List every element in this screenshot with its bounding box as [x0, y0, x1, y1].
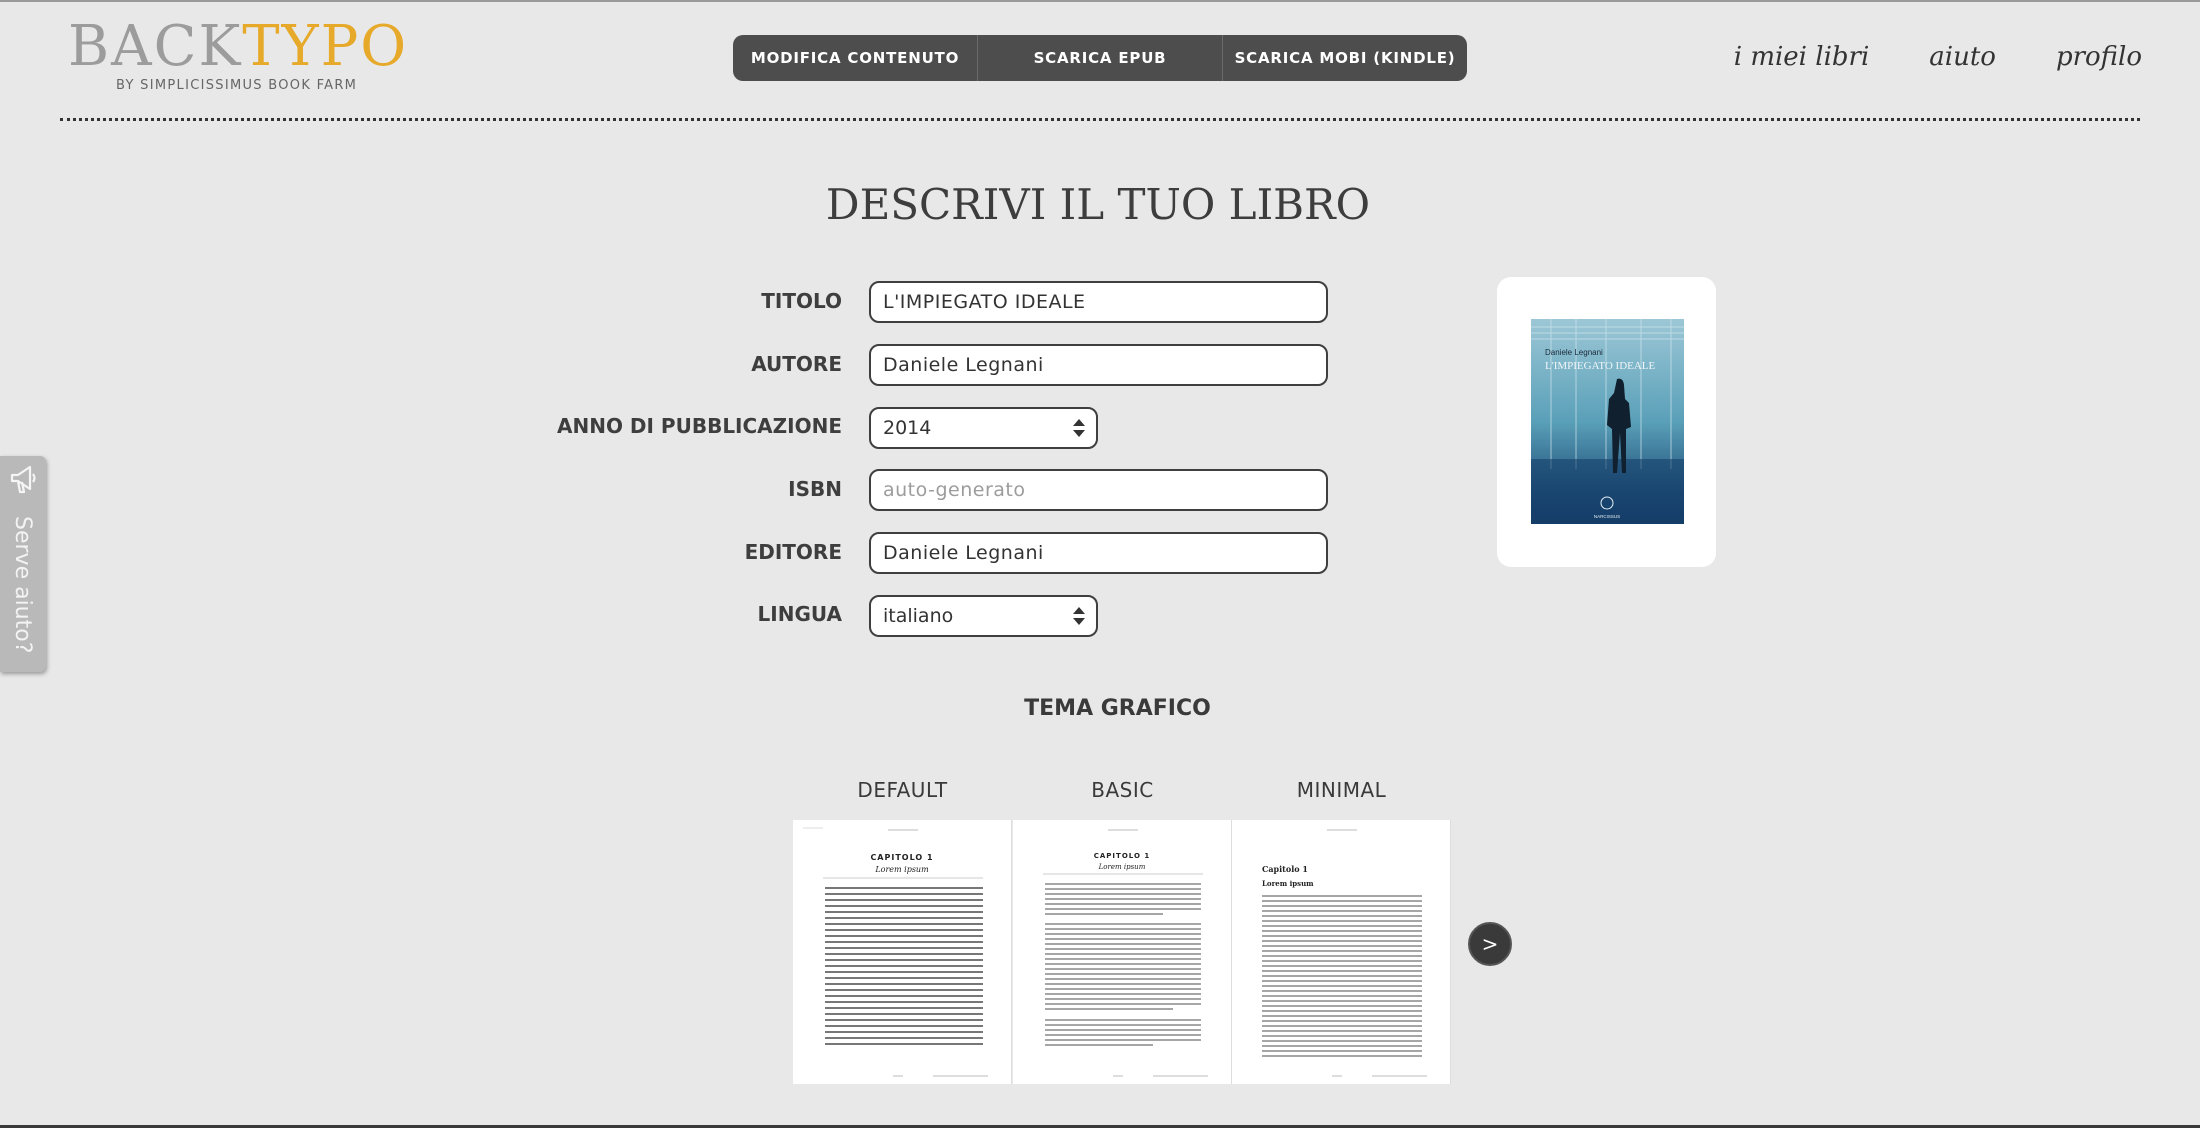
logo-typo: TYPO	[242, 14, 409, 79]
window-frame-top	[0, 0, 2200, 2]
help-tab-label: Serve aiuto?	[10, 516, 35, 654]
download-mobi-button[interactable]: SCARICA MOBI (KINDLE)	[1222, 35, 1467, 81]
edit-content-button[interactable]: MODIFICA CONTENUTO	[733, 35, 977, 81]
page-title-text: DESCRIVI IL TUO LIBRO	[825, 180, 1371, 229]
theme-name-minimal: MINIMAL	[1296, 778, 1387, 802]
theme-default-subtitle: Lorem ipsum	[874, 865, 929, 874]
publisher-field[interactable]	[869, 532, 1328, 574]
year-select-input[interactable]: 2014	[871, 409, 1096, 447]
cover-publisher-text: NARCISSUS	[1594, 514, 1620, 519]
theme-heading: TEMA GRAFICO	[0, 696, 2200, 721]
megaphone-icon	[10, 465, 36, 494]
action-toolbar: MODIFICA CONTENUTO SCARICA EPUB SCARICA …	[733, 35, 1467, 81]
theme-preview-minimal: Capitolo 1 Lorem ipsum	[1262, 829, 1427, 1077]
cover-card[interactable]: Daniele Legnani L'IMPIEGATO IDEALE NARCI…	[1497, 277, 1716, 567]
help-tab[interactable]: Serve aiuto?	[0, 456, 46, 672]
theme-preview-basic: CAPITOLO 1 Lorem ipsum	[1043, 829, 1208, 1077]
logo-back: BACK	[68, 14, 243, 79]
header-divider	[60, 118, 2140, 121]
year-label: ANNO DI PUBBLICAZIONE	[557, 414, 842, 438]
title-label: TITOLO	[761, 289, 842, 313]
language-select[interactable]: italiano	[869, 595, 1098, 637]
nav-help[interactable]: aiuto	[1929, 42, 1996, 72]
theme-minimal-subtitle: Lorem ipsum	[1262, 879, 1314, 888]
cover-title-text: L'IMPIEGATO IDEALE	[1545, 360, 1656, 372]
download-epub-button[interactable]: SCARICA EPUB	[977, 35, 1222, 81]
top-nav: i miei libri aiuto profilo	[1734, 42, 2142, 72]
logo-subtitle: BY SIMPLICISSIMUS BOOK FARM	[116, 78, 358, 93]
isbn-field[interactable]	[869, 469, 1328, 511]
cover-author-text: Daniele Legnani	[1545, 348, 1603, 357]
themes-next-button[interactable]: >	[1468, 922, 1512, 966]
theme-heading-text: TEMA GRAFICO	[1024, 696, 1211, 721]
publisher-label: EDITORE	[744, 540, 842, 564]
title-field[interactable]	[869, 281, 1328, 323]
author-label: AUTORE	[751, 352, 842, 376]
theme-basic-chapter: CAPITOLO 1	[1094, 852, 1150, 860]
theme-name-basic: BASIC	[1091, 778, 1154, 802]
language-select-input[interactable]: italiano	[871, 597, 1096, 635]
nav-my-books[interactable]: i miei libri	[1734, 42, 1870, 72]
backtypo-logo[interactable]: BACKTYPO BY SIMPLICISSIMUS BOOK FARM	[68, 18, 406, 100]
theme-thumb-default[interactable]: CAPITOLO 1 Lorem ipsum	[793, 820, 1012, 1084]
theme-name-default: DEFAULT	[857, 778, 948, 802]
book-cover-image: Daniele Legnani L'IMPIEGATO IDEALE NARCI…	[1531, 319, 1684, 524]
page-title: DESCRIVI IL TUO LIBRO	[0, 180, 2200, 229]
theme-basic-subtitle: Lorem ipsum	[1098, 863, 1146, 871]
author-field[interactable]	[869, 344, 1328, 386]
theme-preview-default: CAPITOLO 1 Lorem ipsum	[803, 827, 988, 1077]
theme-default-chapter: CAPITOLO 1	[870, 853, 933, 862]
theme-thumb-minimal[interactable]: Capitolo 1 Lorem ipsum	[1232, 820, 1451, 1084]
theme-thumb-basic[interactable]: CAPITOLO 1 Lorem ipsum	[1013, 820, 1232, 1084]
theme-minimal-chapter: Capitolo 1	[1262, 864, 1308, 874]
isbn-label: ISBN	[788, 477, 842, 501]
nav-profile[interactable]: profilo	[2056, 42, 2142, 72]
language-label: LINGUA	[757, 602, 842, 626]
year-select[interactable]: 2014	[869, 407, 1098, 449]
logo-wordmark: BACKTYPO	[68, 18, 406, 76]
